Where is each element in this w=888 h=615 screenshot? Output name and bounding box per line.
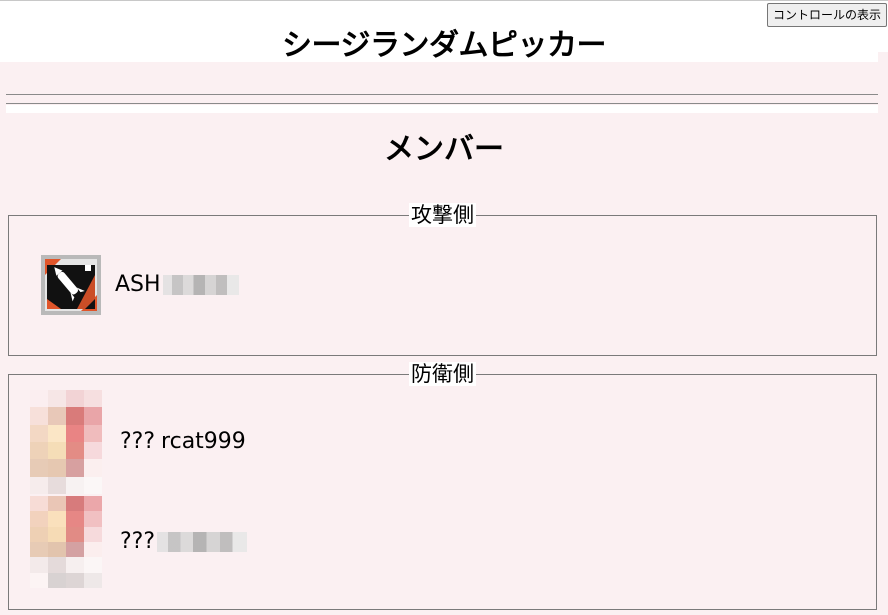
- player-name-redacted: [162, 275, 239, 295]
- player-avatar: [30, 390, 102, 494]
- player-name-redacted: [157, 532, 248, 552]
- divider: [6, 94, 878, 104]
- operator-name: ???: [120, 529, 156, 554]
- show-controls-button[interactable]: コントロールの表示: [766, 3, 887, 27]
- operator-name: ASH: [115, 272, 161, 297]
- ash-operator-icon: [41, 255, 101, 315]
- attack-member-row: ASH: [41, 255, 239, 315]
- defense-legend: 防衛側: [409, 362, 476, 386]
- attack-legend: 攻撃側: [409, 203, 476, 227]
- defense-member-row: ???: [30, 496, 248, 588]
- defense-member-row: ??? rcat999: [30, 390, 246, 494]
- player-avatar: [30, 496, 102, 588]
- operator-name: ???: [120, 429, 156, 454]
- app-root: シージランダムピッカー コントロールの表示 メンバー 攻撃側 ASH 防衛側 ?…: [0, 0, 888, 615]
- members-heading: メンバー: [384, 132, 504, 167]
- player-name: rcat999: [161, 429, 246, 454]
- divider-spacer: [6, 105, 878, 113]
- page-title: シージランダムピッカー: [282, 28, 606, 63]
